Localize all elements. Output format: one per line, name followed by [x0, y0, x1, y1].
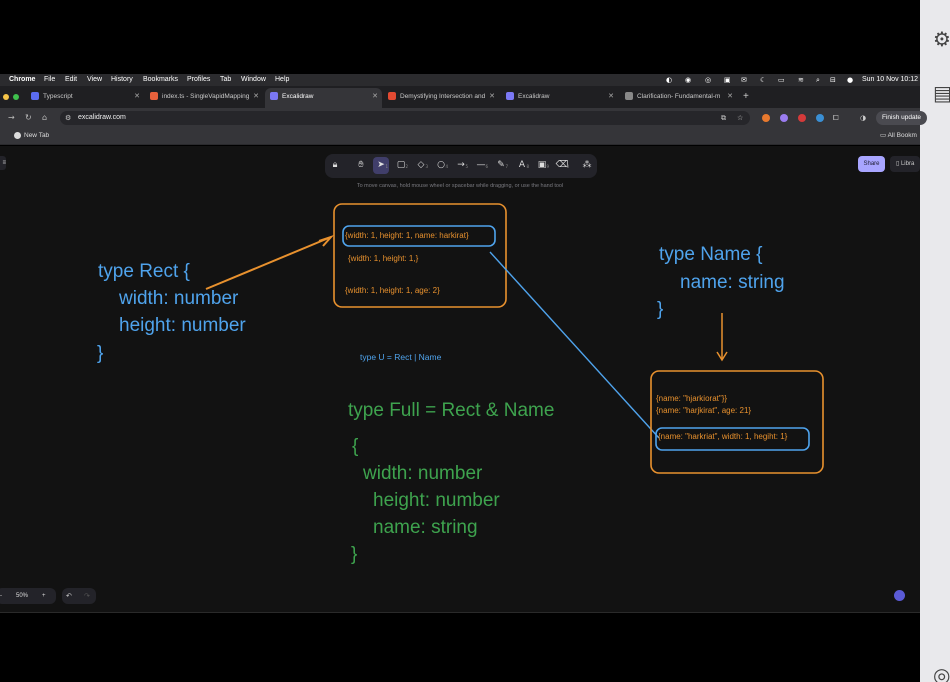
bug-icon[interactable]: ⚙ [933, 28, 950, 50]
rect-height-field: height: number [119, 315, 246, 336]
rect-example-1: {width: 1, height: 1, name: harkirat} [345, 231, 469, 240]
name-name-field: name: string [680, 272, 785, 293]
rect-example-3: {width: 1, height: 1, age: 2} [345, 286, 440, 295]
layout-icon[interactable]: ▤ [933, 82, 950, 104]
full-type-header: type Full = Rect & Name [348, 400, 555, 421]
name-example-1: {name: "hjarkiorat"}} [656, 394, 728, 403]
name-example-3: {name: "harkriat", width: 1, hegiht: 1} [658, 432, 788, 441]
full-height-field: height: number [373, 490, 500, 511]
rect-type-header: type Rect { [98, 261, 190, 282]
full-width-field: width: number [363, 463, 483, 484]
full-open-brace: { [352, 436, 359, 457]
name-close-brace: } [657, 299, 664, 320]
side-panel: ⚙ ▤ ◎ [920, 0, 950, 682]
full-name-field: name: string [373, 517, 478, 538]
rect-close-brace: } [97, 343, 104, 364]
rect-example-2: {width: 1, height: 1,} [348, 254, 419, 263]
full-close-brace: } [351, 544, 358, 565]
rect-width-field: width: number [119, 288, 239, 309]
support-icon[interactable]: ◎ [933, 664, 950, 682]
arrow-rect-to-box [205, 236, 332, 290]
name-examples-box [650, 370, 824, 474]
union-type-label: type U = Rect | Name [360, 352, 442, 362]
name-type-header: type Name { [659, 244, 763, 265]
drawing-shapes [205, 203, 824, 474]
name-example-2: {name: "harjkirat", age: 21} [656, 406, 752, 415]
